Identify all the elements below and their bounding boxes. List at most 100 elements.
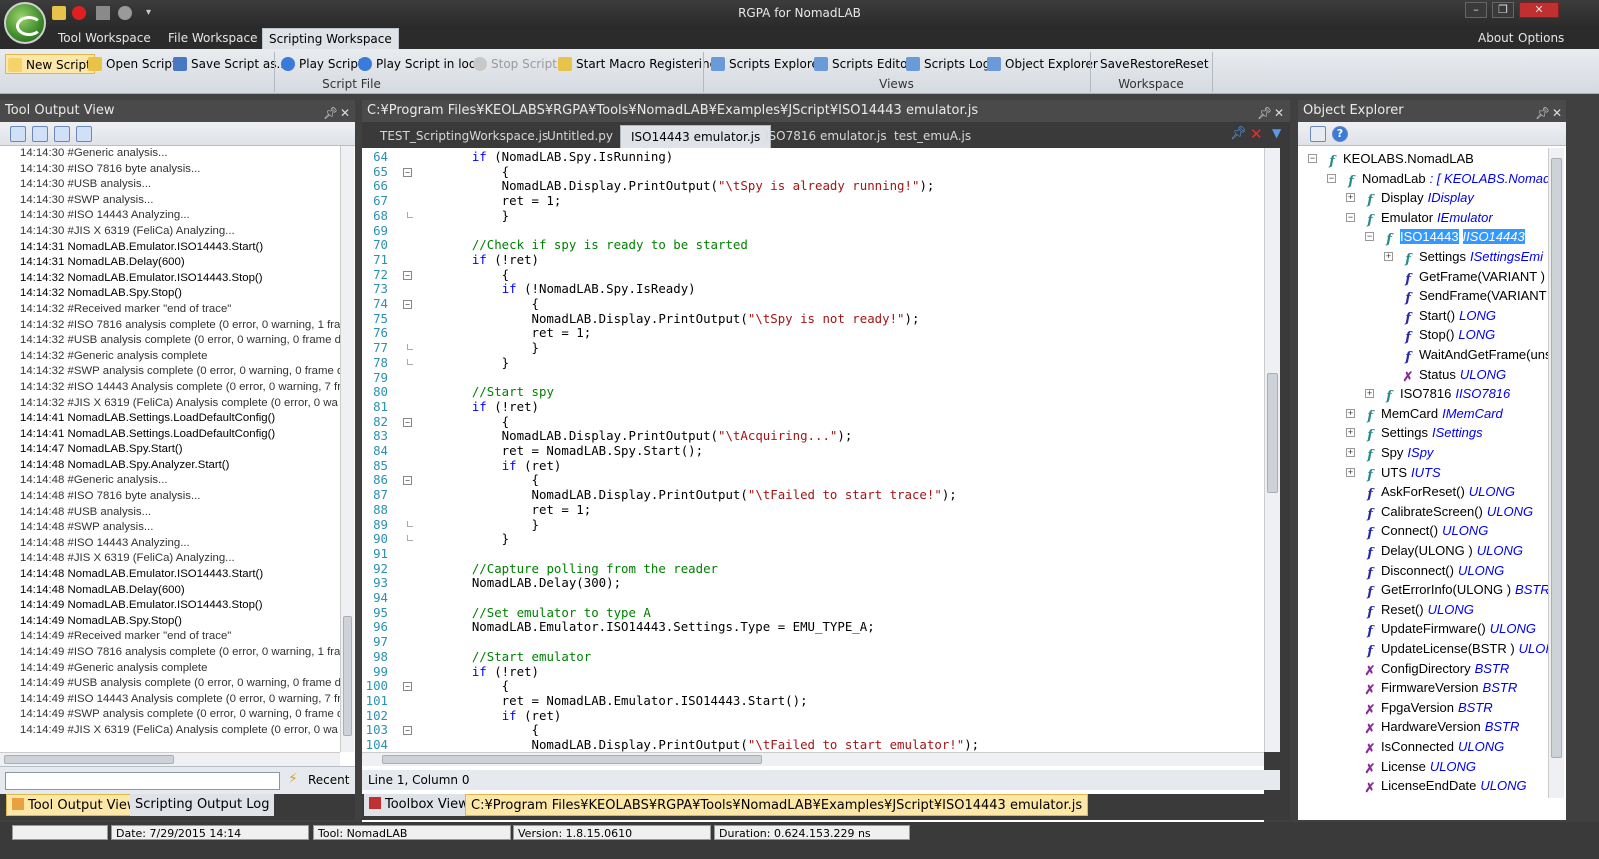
editor-vertical-scrollbar[interactable] xyxy=(1264,148,1280,752)
tree-node[interactable]: f Connect() ULONG xyxy=(1364,521,1488,541)
pin-icon[interactable]: 📌︎ xyxy=(323,102,338,124)
fold-collapse-icon[interactable]: − xyxy=(403,300,412,309)
close-icon[interactable]: ✕ xyxy=(1552,102,1562,124)
save-script-as-button[interactable]: Save Script as... xyxy=(171,54,288,74)
editor-hscroll-thumb[interactable] xyxy=(382,755,762,764)
fold-collapse-icon[interactable]: − xyxy=(403,726,412,736)
workspace-reset-button[interactable]: Reset xyxy=(1155,54,1209,74)
output-clear-icon[interactable] xyxy=(32,126,48,142)
tree-node[interactable]: f CalibrateScreen() ULONG xyxy=(1364,502,1533,522)
tree-node[interactable]: f UpdateFirmware() ULONG xyxy=(1364,619,1536,639)
tree-node[interactable]: ✗ HardwareVersion BSTR xyxy=(1364,717,1520,737)
tab-list-dropdown-icon[interactable]: ▼ xyxy=(1272,126,1281,140)
scripts-editor-button[interactable]: Scripts Editor xyxy=(812,54,912,74)
tree-node[interactable]: f GetErrorInfo(ULONG ) BSTR xyxy=(1364,580,1548,600)
tree-node[interactable]: − f Emulator IEmulator xyxy=(1346,208,1493,228)
code-editor[interactable]: 64 if (NomadLAB.Spy.IsRunning) 65− {66 No… xyxy=(362,148,1264,842)
tree-node[interactable]: ✗ FirmwareVersion BSTR xyxy=(1364,678,1518,698)
editor-scrollbar-thumb[interactable] xyxy=(1267,373,1278,493)
tree-node[interactable]: + f MemCard IMemCard xyxy=(1346,404,1503,424)
tree-node[interactable]: ✗ FpgaVersion BSTR xyxy=(1364,698,1493,718)
tab-scripting-workspace[interactable]: Scripting Workspace xyxy=(262,28,399,49)
tree-node[interactable]: f UpdateLicense(BSTR ) ULOI xyxy=(1364,639,1548,659)
pin-tab-icon[interactable]: 📌︎ xyxy=(1230,126,1247,141)
tab-test-scripting-workspace[interactable]: TEST_ScriptingWorkspace.js xyxy=(370,125,558,148)
tab-iso14443-emulator[interactable]: ISO14443 emulator.js xyxy=(620,125,772,148)
pin-icon[interactable]: 📌︎ xyxy=(1257,102,1272,124)
pin-icon[interactable]: 📌︎ xyxy=(1535,102,1550,124)
fold-collapse-icon[interactable]: − xyxy=(403,476,412,486)
expand-icon[interactable]: + xyxy=(1346,193,1355,203)
start-macro-button[interactable]: Start Macro Registering xyxy=(556,54,717,74)
log-horizontal-scrollbar[interactable] xyxy=(0,752,340,766)
tree-node[interactable]: + f Settings ISettingsEmi xyxy=(1384,247,1543,267)
tree-node[interactable]: − f KEOLABS.NomadLAB xyxy=(1308,149,1474,169)
log-scrollbar-thumb[interactable] xyxy=(343,616,352,736)
output-save-icon[interactable] xyxy=(54,126,70,142)
scripts-explorer-button[interactable]: Scripts Explorer xyxy=(709,54,824,74)
tree-node[interactable]: ✗ Status ULONG xyxy=(1402,365,1507,385)
tab-test-emua[interactable]: test_emuA.js xyxy=(884,125,981,148)
tree-node[interactable]: f Delay(ULONG ) ULONG xyxy=(1364,541,1523,561)
tab-editor-file[interactable]: C:¥Program Files¥KEOLABS¥RGPA¥Tools¥Noma… xyxy=(465,794,1089,816)
expand-icon[interactable]: + xyxy=(1346,408,1355,418)
close-tab-icon[interactable]: ✕ xyxy=(1250,125,1263,143)
log-hscroll-thumb[interactable] xyxy=(4,755,174,764)
play-script-button[interactable]: Play Script xyxy=(279,54,363,74)
tree-scrollbar-thumb[interactable] xyxy=(1551,158,1562,758)
tree-node[interactable]: + f Settings ISettings xyxy=(1346,423,1483,443)
collapse-icon[interactable]: − xyxy=(1327,173,1336,183)
scripts-log-button[interactable]: Scripts Log xyxy=(904,54,990,74)
tree-node[interactable]: + f Display IDisplay xyxy=(1346,188,1474,208)
new-script-button[interactable]: New Script xyxy=(5,54,95,74)
tree-vertical-scrollbar[interactable] xyxy=(1548,148,1564,798)
fold-collapse-icon[interactable]: − xyxy=(403,417,412,427)
recent-button[interactable]: Recent xyxy=(308,773,349,787)
tree-node[interactable]: − f NomadLab: [ KEOLABS.Nomad xyxy=(1327,169,1548,189)
tree-node[interactable]: f Reset() ULONG xyxy=(1364,600,1474,620)
tab-untitled-py[interactable]: Untitled.py xyxy=(537,125,623,148)
tree-node[interactable]: f Disconnect() ULONG xyxy=(1364,561,1504,581)
expand-icon[interactable]: + xyxy=(1346,428,1355,438)
collapse-icon[interactable]: − xyxy=(1365,232,1374,242)
expand-icon[interactable]: + xyxy=(1346,448,1355,457)
expand-icon[interactable]: + xyxy=(1384,252,1393,261)
tree-node[interactable]: f WaitAndGetFrame(uns xyxy=(1402,345,1548,365)
collapse-all-icon[interactable] xyxy=(1310,126,1326,142)
collapse-icon[interactable]: − xyxy=(1308,154,1317,163)
tree-node[interactable]: f AskForReset() ULONG xyxy=(1364,482,1515,502)
tab-toolbox-view[interactable]: Toolbox View xyxy=(364,794,474,816)
tree-node[interactable]: ✗ LicenseEndDate ULONG xyxy=(1364,776,1527,796)
output-copy-icon[interactable] xyxy=(76,126,92,142)
fold-collapse-icon[interactable]: − xyxy=(403,270,412,280)
options-link[interactable]: Options xyxy=(1512,28,1570,49)
help-icon[interactable]: ? xyxy=(1332,126,1348,142)
tab-scripting-output-log[interactable]: Scripting Output Log xyxy=(130,794,275,816)
minimize-button[interactable]: – xyxy=(1465,2,1487,18)
fold-collapse-icon[interactable]: − xyxy=(403,682,412,692)
command-input[interactable] xyxy=(5,772,280,790)
tab-tool-output-view[interactable]: Tool Output View xyxy=(6,794,144,816)
expand-icon[interactable]: + xyxy=(1365,389,1374,399)
tree-node[interactable]: ✗ License ULONG xyxy=(1364,757,1477,777)
object-tree[interactable]: − f KEOLABS.NomadLAB − f NomadLab: [ KEOLABS.… xyxy=(1298,148,1548,798)
tree-node[interactable]: + f ISO7816 IISO7816 xyxy=(1365,384,1510,404)
stop-script-button[interactable]: Stop Script xyxy=(471,54,557,74)
tree-node[interactable]: f GetFrame(VARIANT ) xyxy=(1402,267,1545,287)
open-script-button[interactable]: Open Script xyxy=(86,54,177,74)
tree-node[interactable]: f SendFrame(VARIANT xyxy=(1402,286,1546,306)
output-filter-icon[interactable] xyxy=(10,126,26,142)
editor-horizontal-scrollbar[interactable] xyxy=(362,752,1264,766)
tree-node[interactable]: ✗ IsConnected ULONG xyxy=(1364,737,1505,757)
close-icon[interactable]: ✕ xyxy=(340,102,350,124)
play-script-loop-button[interactable]: Play Script in loop xyxy=(356,54,484,74)
tab-file-workspace[interactable]: File Workspace xyxy=(162,28,263,49)
expand-icon[interactable]: + xyxy=(1346,467,1355,477)
tab-iso7816-emulator[interactable]: ISO7816 emulator.js xyxy=(755,125,897,148)
log-vertical-scrollbar[interactable] xyxy=(340,146,354,752)
tree-node[interactable]: f Stop() LONG xyxy=(1402,325,1495,345)
tree-node[interactable]: − f ISO14443 IISO14443 xyxy=(1365,227,1525,247)
close-icon[interactable]: ✕ xyxy=(1274,102,1284,124)
tab-tool-workspace[interactable]: Tool Workspace xyxy=(52,28,157,49)
tree-node[interactable]: ✗ ConfigDirectory BSTR xyxy=(1364,659,1510,679)
